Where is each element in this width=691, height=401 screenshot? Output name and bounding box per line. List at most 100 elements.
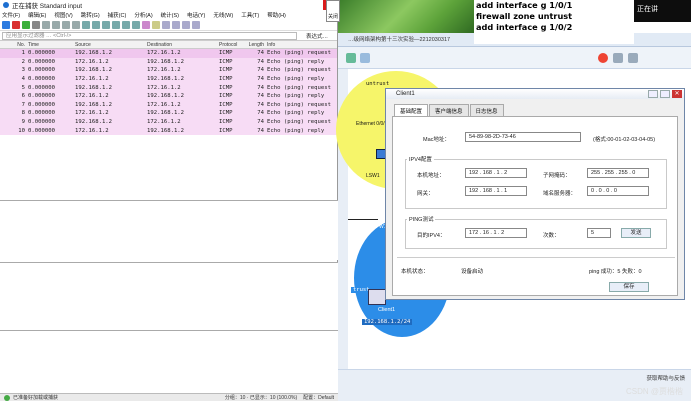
menu-item[interactable]: 捕获(C) — [108, 11, 127, 19]
packet-cell-src: 172.16.1.2 — [75, 127, 109, 134]
table-row[interactable]: 4 0.000000 172.16.1.2 192.168.1.2 ICMP 74 Echo… — [0, 74, 337, 84]
packet-cell-proto: ICMP — [219, 76, 233, 83]
column-header[interactable]: Source — [75, 41, 147, 48]
maximize-button[interactable] — [660, 90, 670, 98]
menu-item[interactable]: 编辑(E) — [28, 11, 46, 19]
back-icon[interactable] — [92, 21, 100, 29]
menu-item[interactable]: 工具(T) — [241, 11, 259, 19]
packet-cell-len: 74 — [257, 127, 264, 134]
zoom-out-icon[interactable] — [172, 21, 180, 29]
menu-item[interactable]: 无线(W) — [213, 11, 233, 19]
close-tab[interactable]: 关闭 — [326, 0, 340, 22]
gateway-field[interactable]: 192 . 168 . 1 . 1 — [465, 186, 527, 196]
client-device-icon[interactable] — [368, 289, 386, 305]
display-filter-bar: 应用显示过滤器 … <Ctrl-/> 表达式… — [0, 31, 337, 41]
mac-field[interactable]: 54-89-98-2D-73-46 — [465, 132, 581, 142]
open-file-icon[interactable] — [42, 21, 50, 29]
side-window-tab: 正在讲 — [634, 0, 691, 22]
table-row[interactable]: 1 0.000000 192.168.1.2 172.16.1.2 ICMP 74 Echo… — [0, 49, 337, 58]
stop-capture-icon[interactable] — [12, 21, 20, 29]
menu-item[interactable]: 电话(Y) — [187, 11, 205, 19]
save-button[interactable]: 保存 — [609, 282, 649, 292]
packet-cell-time: 0.000000 — [28, 50, 55, 57]
dialog-titlebar: Client1 ✕ — [386, 89, 684, 99]
table-row[interactable]: 5 0.000000 192.168.1.2 172.16.1.2 ICMP 74 Echo… — [0, 83, 337, 92]
packet-cell-time: 0.000000 — [28, 76, 55, 83]
background-photo — [338, 0, 474, 33]
menu-item[interactable]: 分析(A) — [134, 11, 152, 19]
resize-columns-icon[interactable] — [192, 21, 200, 29]
ensp-tool-icon[interactable] — [346, 53, 356, 63]
packet-cell-src: 192.168.1.2 — [75, 84, 113, 91]
packet-cell-dst: 192.168.1.2 — [147, 58, 185, 65]
ip-field[interactable]: 192 . 168 . 1 . 2 — [465, 168, 527, 178]
untrust-label: untrust — [364, 81, 392, 87]
packet-cell-no: 4 — [21, 76, 25, 83]
table-row[interactable]: 10 0.000000 172.16.1.2 192.168.1.2 ICMP 74 Ech… — [0, 126, 337, 135]
count-label: 次数： — [543, 233, 560, 239]
wireshark-titlebar: 正在捕获 Standard input ✕ — [0, 0, 337, 10]
table-row[interactable]: 8 0.000000 172.16.1.2 192.168.1.2 ICMP 74 Echo… — [0, 109, 337, 118]
link-label: Ethernet 0/0/1 — [356, 121, 388, 127]
goto-icon[interactable] — [112, 21, 120, 29]
dialog-close-button[interactable]: ✕ — [672, 90, 682, 98]
last-icon[interactable] — [132, 21, 140, 29]
ip-label: 本机地址： — [417, 173, 445, 179]
reload-icon[interactable] — [72, 21, 80, 29]
table-row[interactable]: 3 0.000000 192.168.1.2 172.16.1.2 ICMP 74 Echo… — [0, 66, 337, 75]
options-icon[interactable] — [32, 21, 40, 29]
menu-item[interactable]: 跳转(G) — [81, 11, 100, 19]
column-header[interactable]: Destination — [147, 41, 219, 48]
packet-cell-src: 172.16.1.2 — [75, 58, 109, 65]
menu-item[interactable]: 视图(V) — [54, 11, 72, 19]
packet-cell-proto: ICMP — [219, 127, 233, 134]
packet-cell-no: 9 — [21, 119, 25, 126]
dns-field[interactable]: 0 . 0 . 0 . 0 — [587, 186, 649, 196]
client-ip-label: 192.168.1.2/24 — [362, 319, 413, 325]
packet-cell-info: Echo (ping) reply — [267, 58, 325, 65]
minimize-button[interactable] — [648, 90, 658, 98]
table-row[interactable]: 9 0.000000 192.168.1.2 172.16.1.2 ICMP 74 Echo… — [0, 117, 337, 127]
table-row[interactable]: 7 0.000000 192.168.1.2 172.16.1.2 ICMP 74 Echo… — [0, 100, 337, 110]
close-file-icon[interactable] — [62, 21, 70, 29]
help-feedback-link[interactable]: 获取帮助与反馈 — [646, 374, 685, 382]
packet-cell-len: 74 — [257, 119, 264, 126]
autoscroll-icon[interactable] — [142, 21, 150, 29]
menu-item[interactable]: 统计(S) — [161, 11, 179, 19]
help-icon[interactable] — [628, 53, 638, 63]
packet-cell-proto: ICMP — [219, 50, 233, 57]
column-header[interactable]: Info — [267, 41, 337, 48]
gateway-label: 网关： — [417, 191, 434, 197]
packet-cell-no: 2 — [21, 58, 25, 65]
forward-icon[interactable] — [102, 21, 110, 29]
packet-cell-proto: ICMP — [219, 93, 233, 100]
divider — [397, 257, 675, 258]
table-row[interactable]: 6 0.000000 172.16.1.2 192.168.1.2 ICMP 74 Echo… — [0, 91, 337, 101]
save-file-icon[interactable] — [52, 21, 60, 29]
settings-icon[interactable] — [613, 53, 623, 63]
column-header[interactable]: No. — [0, 41, 28, 48]
status-profile[interactable]: 配置：Default — [303, 394, 334, 401]
column-header[interactable]: Time — [28, 41, 75, 48]
menu-item[interactable]: 帮助(H) — [267, 11, 286, 19]
restart-capture-icon[interactable] — [22, 21, 30, 29]
count-field[interactable]: 5 — [587, 228, 611, 238]
ensp-tool-icon[interactable] — [360, 53, 370, 63]
zoom-in-icon[interactable] — [162, 21, 170, 29]
start-capture-icon[interactable] — [2, 21, 10, 29]
dest-ip-field[interactable]: 172 . 16 . 1 . 2 — [465, 228, 527, 238]
mask-field[interactable]: 255 . 255 . 255 . 0 — [587, 168, 649, 178]
column-header[interactable]: Protocol — [219, 41, 247, 48]
menu-item[interactable]: 文件(F) — [2, 11, 20, 19]
packet-cell-src: 192.168.1.2 — [75, 50, 113, 57]
table-row[interactable]: 2 0.000000 172.16.1.2 192.168.1.2 ICMP 74 Echo… — [0, 57, 337, 67]
display-filter-input[interactable]: 应用显示过滤器 … <Ctrl-/> — [2, 31, 297, 40]
expression-button[interactable]: 表达式… — [297, 32, 337, 40]
zoom-reset-icon[interactable] — [182, 21, 190, 29]
send-button[interactable]: 发送 — [621, 228, 651, 238]
find-icon[interactable] — [82, 21, 90, 29]
first-icon[interactable] — [122, 21, 130, 29]
toolbar — [0, 20, 337, 31]
colorize-icon[interactable] — [152, 21, 160, 29]
column-header[interactable]: Length — [247, 41, 267, 48]
